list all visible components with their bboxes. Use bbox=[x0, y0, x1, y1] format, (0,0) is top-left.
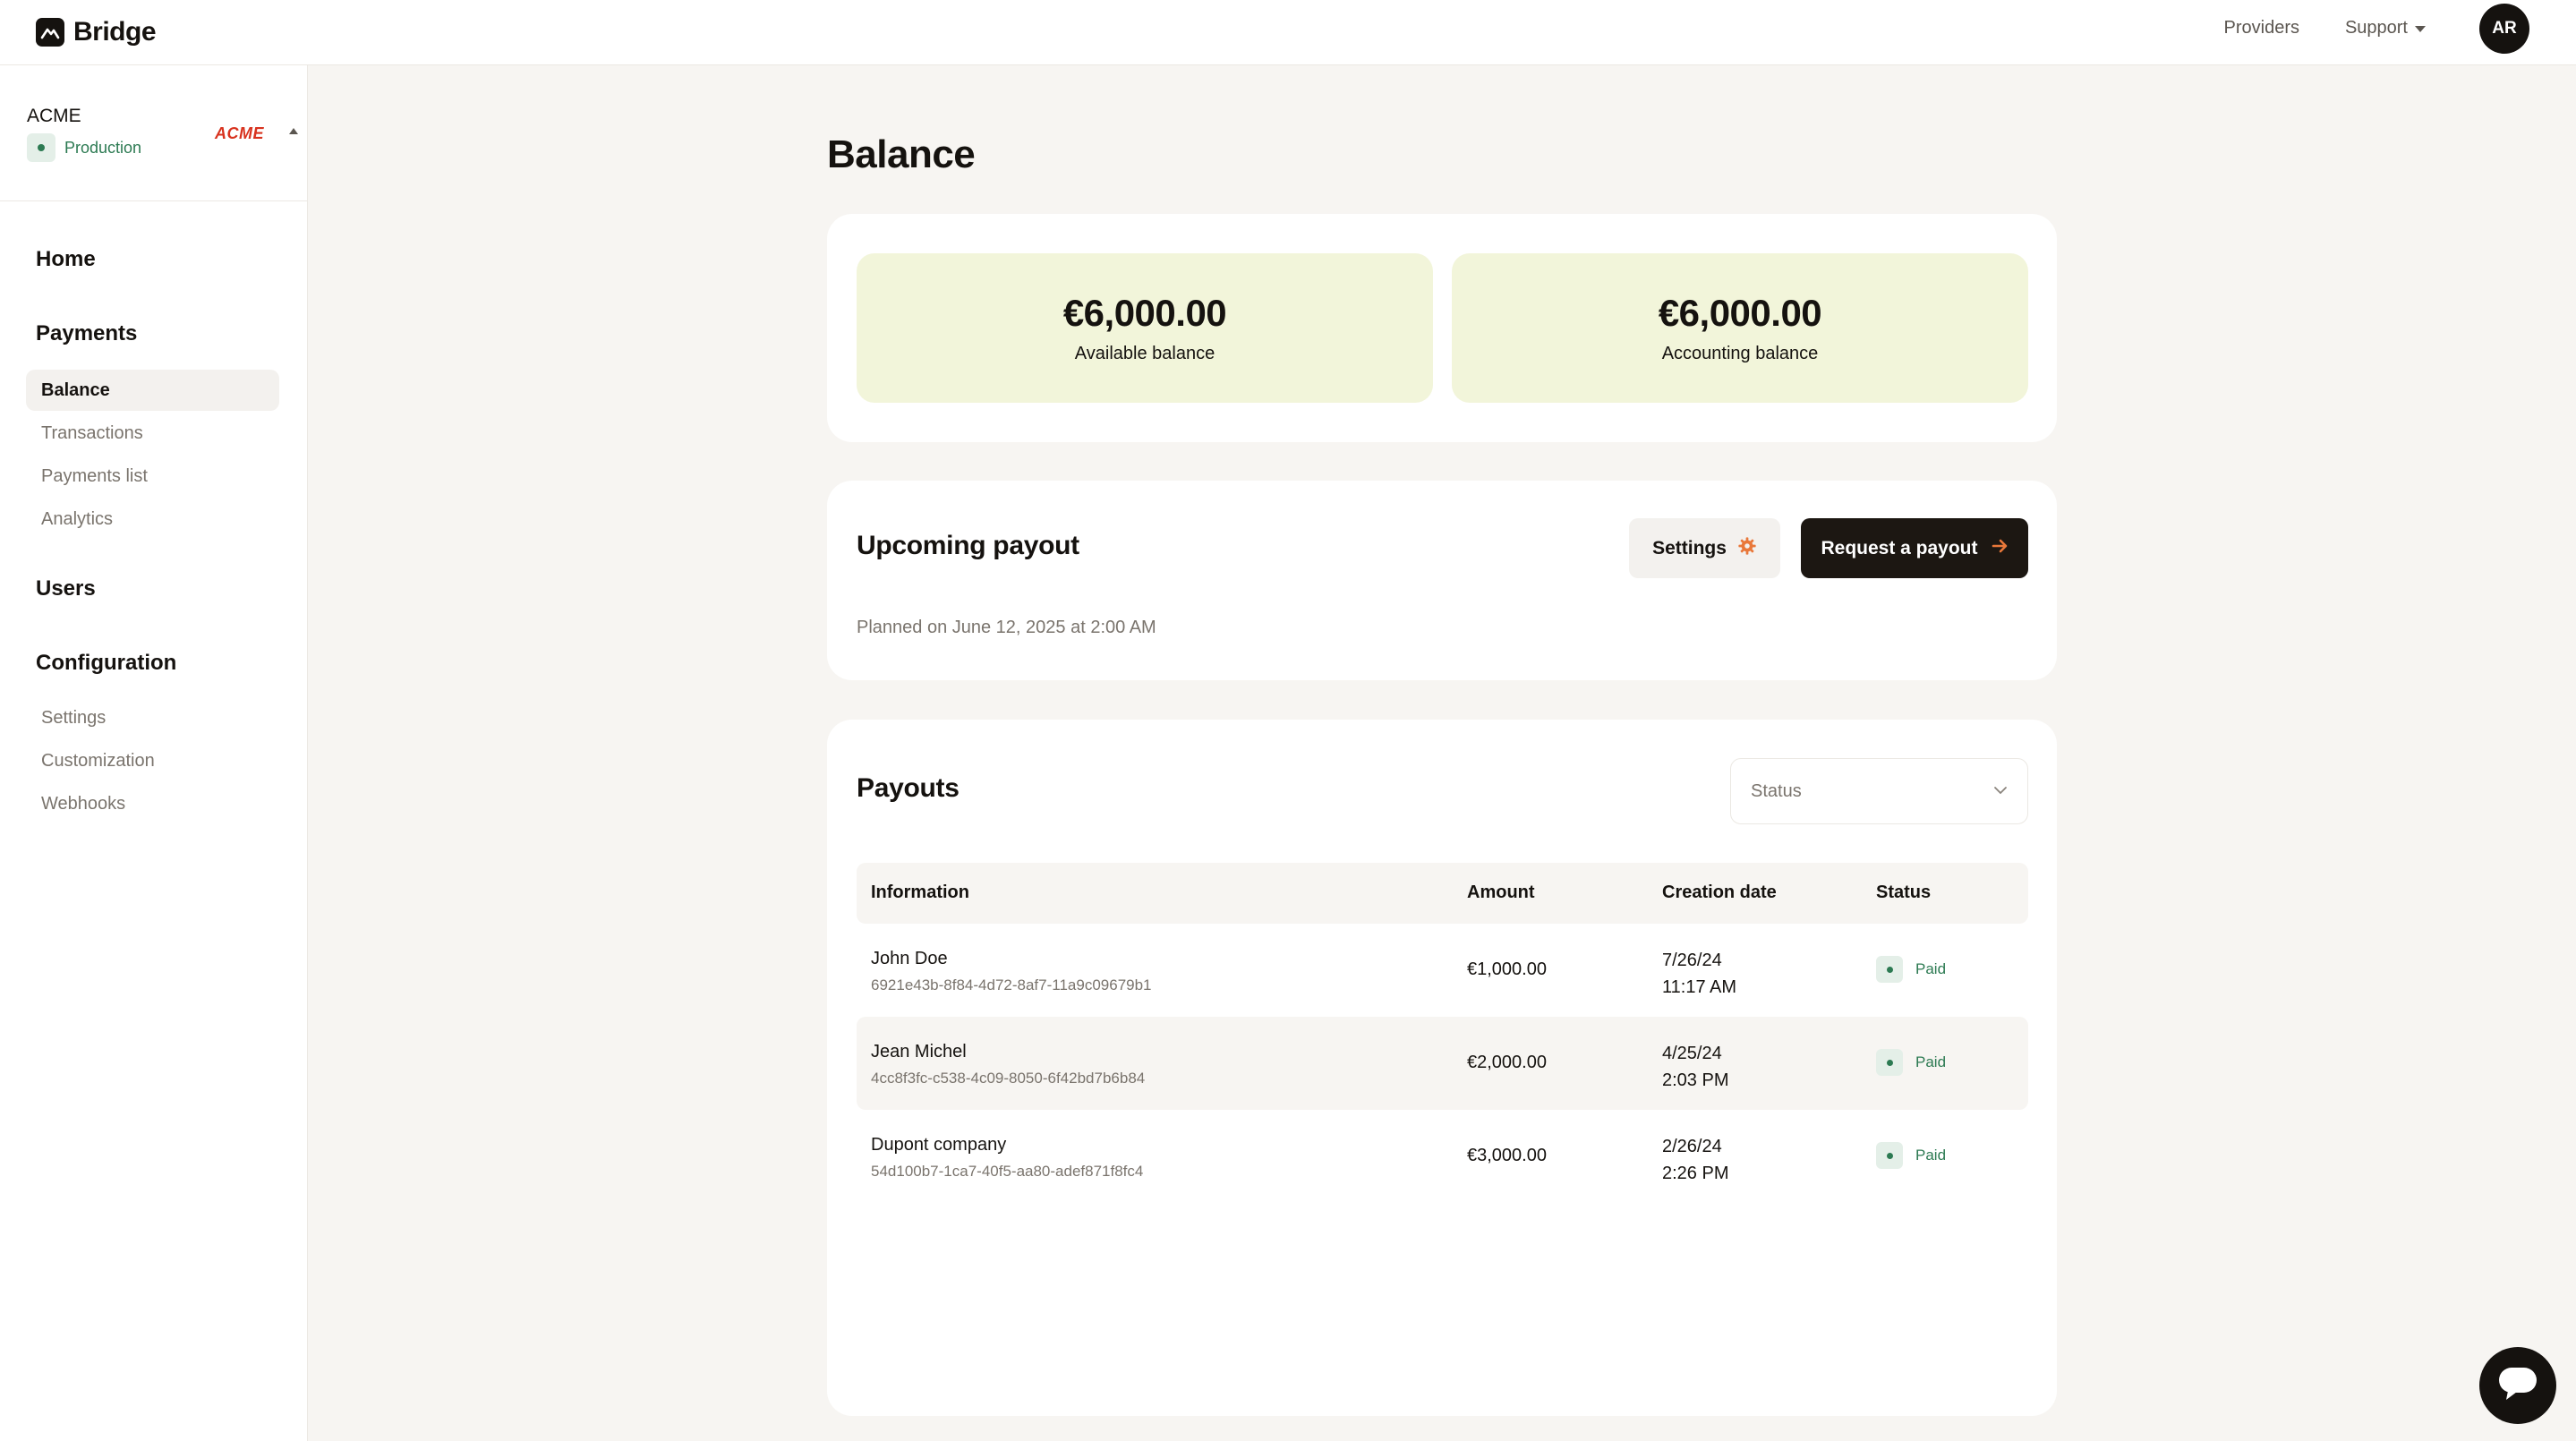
payout-info: John Doe 6921e43b-8f84-4d72-8af7-11a9c09… bbox=[871, 949, 1152, 994]
planned-date: Planned on June 12, 2025 at 2:00 AM bbox=[857, 618, 1156, 637]
column-header-status[interactable]: Status bbox=[1876, 883, 1931, 903]
payouts-title: Payouts bbox=[857, 773, 960, 803]
available-balance-amount: €6,000.00 bbox=[1062, 292, 1227, 334]
status-dot-icon bbox=[1876, 956, 1903, 983]
payout-date: 4/25/24 bbox=[1662, 1044, 1722, 1063]
sidebar-item-balance[interactable]: Balance bbox=[26, 370, 279, 411]
available-balance-label: Available balance bbox=[1074, 344, 1215, 363]
payout-name: Jean Michel bbox=[871, 1042, 967, 1062]
status-badge: Paid bbox=[1876, 1142, 1946, 1169]
caret-up-icon bbox=[289, 128, 298, 134]
balances-card: €6,000.00 Available balance €6,000.00 Ac… bbox=[827, 214, 2057, 442]
chat-launcher-button[interactable] bbox=[2479, 1347, 2556, 1424]
payout-amount: €2,000.00 bbox=[1467, 1053, 1547, 1072]
status-label: Paid bbox=[1915, 1053, 1947, 1070]
sidebar-item-transactions[interactable]: Transactions bbox=[26, 413, 279, 454]
request-payout-label: Request a payout bbox=[1821, 537, 1978, 558]
payout-settings-button[interactable]: Settings bbox=[1629, 518, 1780, 578]
user-avatar[interactable]: AR bbox=[2479, 4, 2529, 54]
sidebar-item-payments-list[interactable]: Payments list bbox=[26, 456, 279, 497]
payout-date: 2/26/24 bbox=[1662, 1137, 1722, 1156]
upcoming-payout-title: Upcoming payout bbox=[857, 531, 1079, 560]
sidebar-item-analytics[interactable]: Analytics bbox=[26, 499, 279, 540]
app-logo[interactable]: Bridge bbox=[36, 12, 157, 53]
status-badge: Paid bbox=[1876, 956, 1946, 983]
payout-time: 11:17 AM bbox=[1662, 977, 1737, 997]
sidebar: ACME Production ACME Home Payments Balan… bbox=[0, 65, 308, 1441]
org-switcher[interactable]: ACME Production ACME bbox=[0, 65, 307, 201]
table-header: Information Amount Creation date Status bbox=[857, 863, 2028, 924]
chevron-down-icon bbox=[1993, 783, 2008, 799]
environment-badge: Production bbox=[27, 133, 141, 162]
table-row[interactable]: Dupont company 54d100b7-1ca7-40f5-aa80-a… bbox=[857, 1110, 2028, 1203]
environment-label: Production bbox=[64, 138, 142, 157]
providers-link[interactable]: Providers bbox=[2224, 18, 2299, 38]
payout-time: 2:03 PM bbox=[1662, 1070, 1729, 1090]
payout-name: Dupont company bbox=[871, 1135, 1007, 1155]
payout-creation-date: 4/25/24 2:03 PM bbox=[1662, 1040, 1728, 1094]
payout-amount: €1,000.00 bbox=[1467, 959, 1547, 979]
status-filter-placeholder: Status bbox=[1751, 780, 1802, 801]
status-badge: Paid bbox=[1876, 1049, 1946, 1076]
available-balance-tile: €6,000.00 Available balance bbox=[857, 253, 1433, 403]
nav-home[interactable]: Home bbox=[36, 247, 96, 272]
payout-id: 6921e43b-8f84-4d72-8af7-11a9c09679b1 bbox=[871, 976, 1152, 993]
nav-users[interactable]: Users bbox=[36, 576, 96, 601]
status-dot-icon bbox=[1876, 1142, 1903, 1169]
payout-id: 54d100b7-1ca7-40f5-aa80-adef871f8fc4 bbox=[871, 1163, 1144, 1180]
payout-name: John Doe bbox=[871, 949, 948, 968]
arrow-right-icon bbox=[1991, 537, 2009, 560]
status-dot-icon bbox=[27, 133, 55, 162]
payout-amount: €3,000.00 bbox=[1467, 1146, 1547, 1165]
settings-button-label: Settings bbox=[1652, 537, 1727, 558]
accounting-balance-label: Accounting balance bbox=[1661, 344, 1819, 363]
accounting-balance-tile: €6,000.00 Accounting balance bbox=[1452, 253, 2028, 403]
payouts-table: Information Amount Creation date Status … bbox=[857, 863, 2028, 1203]
chat-bubble-icon bbox=[2497, 1366, 2538, 1406]
payout-date: 7/26/24 bbox=[1662, 951, 1722, 970]
caret-down-icon bbox=[2415, 26, 2426, 32]
status-label: Paid bbox=[1915, 960, 1947, 977]
org-name: ACME bbox=[27, 106, 81, 126]
sidebar-item-settings[interactable]: Settings bbox=[26, 697, 279, 738]
table-row[interactable]: Jean Michel 4cc8f3fc-c538-4c09-8050-6f42… bbox=[857, 1017, 2028, 1110]
page-title: Balance bbox=[827, 132, 976, 176]
bridge-logo-icon bbox=[36, 18, 64, 47]
request-payout-button[interactable]: Request a payout bbox=[1801, 518, 2028, 578]
column-header-amount[interactable]: Amount bbox=[1467, 883, 1535, 903]
support-label: Support bbox=[2344, 18, 2408, 38]
nav-section-payments[interactable]: Payments bbox=[36, 321, 137, 346]
status-dot-icon bbox=[1876, 1049, 1903, 1076]
table-row[interactable]: John Doe 6921e43b-8f84-4d72-8af7-11a9c09… bbox=[857, 924, 2028, 1017]
payouts-card: Payouts Status Information Amount Creati… bbox=[827, 720, 2057, 1416]
top-bar: Bridge Providers Support AR bbox=[0, 0, 2576, 65]
sidebar-item-webhooks[interactable]: Webhooks bbox=[26, 783, 279, 824]
payout-info: Dupont company 54d100b7-1ca7-40f5-aa80-a… bbox=[871, 1135, 1143, 1181]
payout-id: 4cc8f3fc-c538-4c09-8050-6f42bd7b6b84 bbox=[871, 1070, 1146, 1087]
org-logo: ACME bbox=[215, 124, 264, 142]
accounting-balance-amount: €6,000.00 bbox=[1658, 292, 1822, 334]
sidebar-item-customization[interactable]: Customization bbox=[26, 740, 279, 781]
column-header-information[interactable]: Information bbox=[871, 883, 969, 903]
app-name: Bridge bbox=[73, 17, 157, 47]
column-header-creation-date[interactable]: Creation date bbox=[1662, 883, 1777, 903]
gear-icon bbox=[1737, 536, 1757, 561]
support-menu[interactable]: Support bbox=[2345, 18, 2426, 38]
status-filter-select[interactable]: Status bbox=[1730, 758, 2028, 824]
upcoming-payout-card: Upcoming payout Settings Request a payou… bbox=[827, 481, 2057, 680]
payout-info: Jean Michel 4cc8f3fc-c538-4c09-8050-6f42… bbox=[871, 1042, 1145, 1087]
nav-section-configuration[interactable]: Configuration bbox=[36, 651, 176, 676]
payout-creation-date: 7/26/24 11:17 AM bbox=[1662, 947, 1736, 1001]
payout-time: 2:26 PM bbox=[1662, 1164, 1729, 1183]
status-label: Paid bbox=[1915, 1147, 1947, 1164]
payout-creation-date: 2/26/24 2:26 PM bbox=[1662, 1133, 1728, 1187]
